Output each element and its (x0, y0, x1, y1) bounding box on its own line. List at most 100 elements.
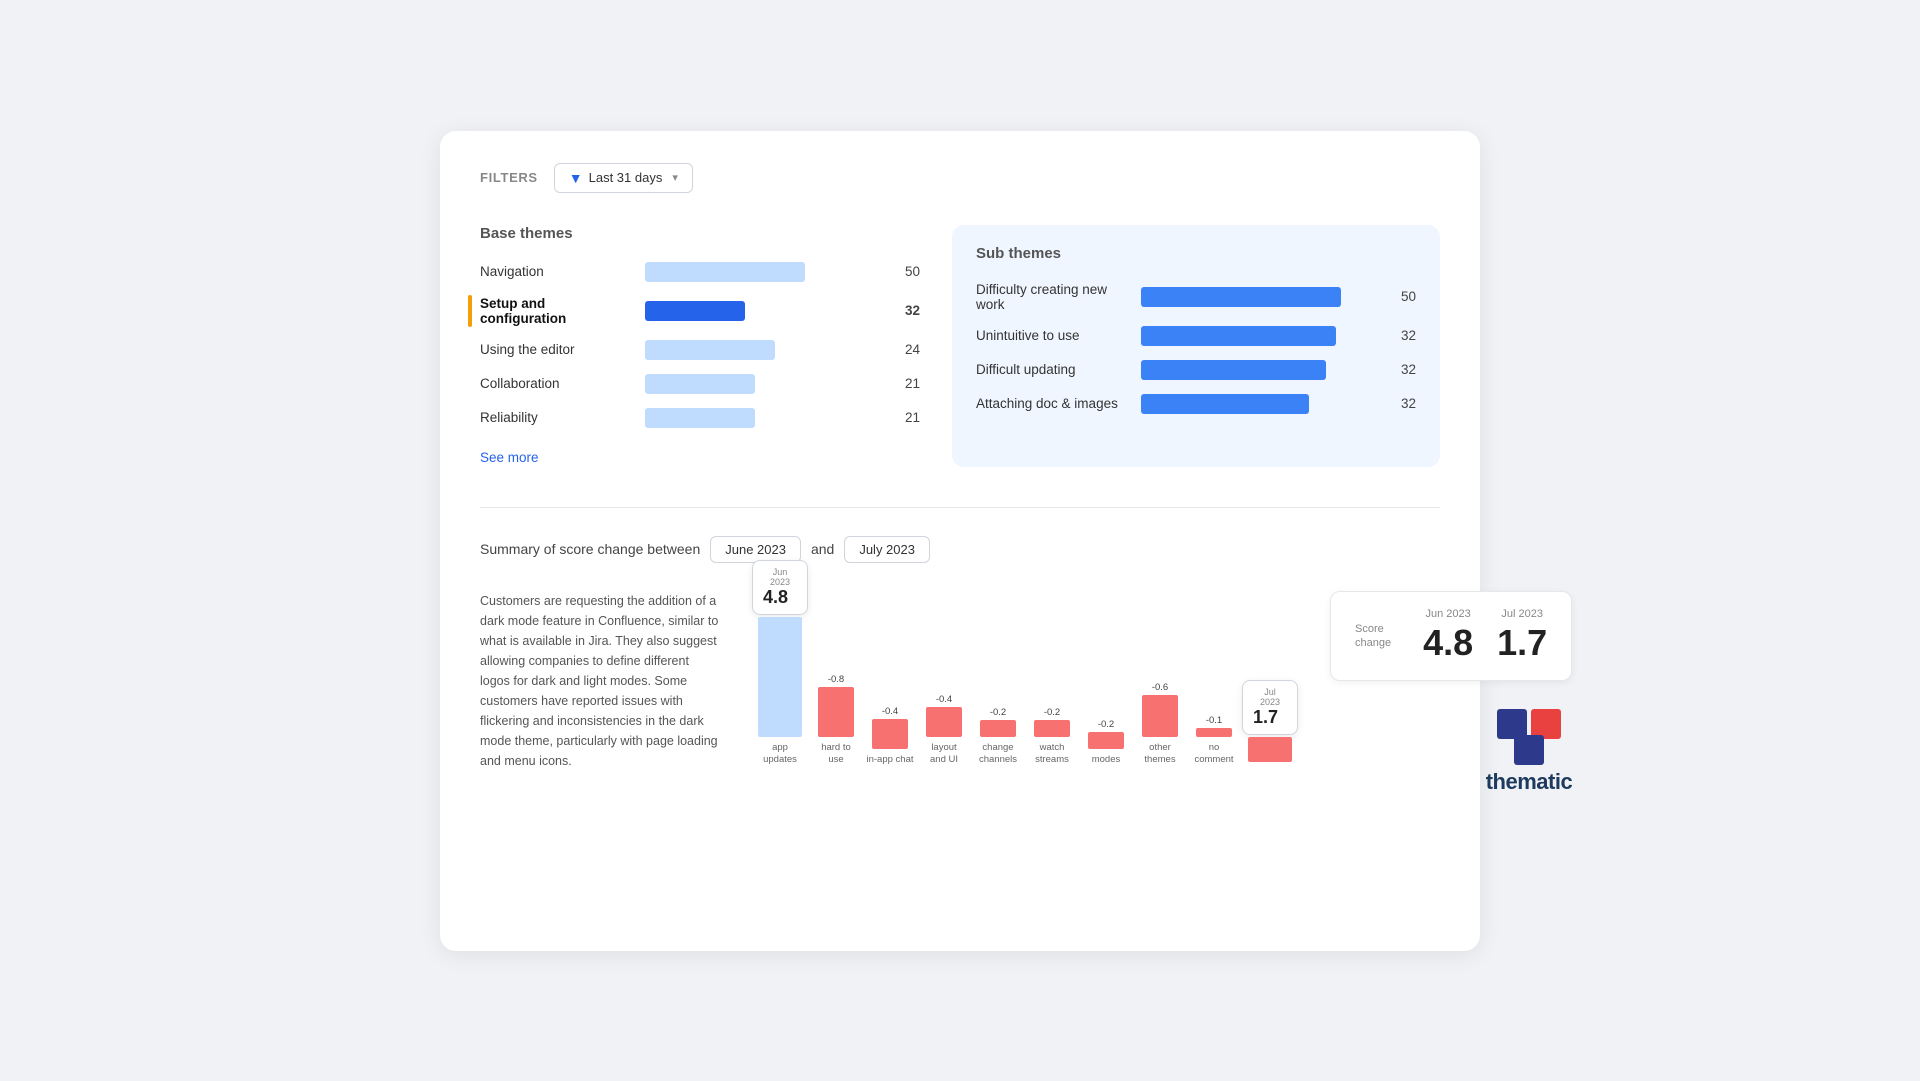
sub-bar (1141, 326, 1336, 346)
x-label: modes (1092, 754, 1121, 766)
sc-jul-col: Jul 2023 1.7 (1497, 608, 1547, 664)
bar-wrapper (1141, 326, 1382, 346)
chart-description: Customers are requesting the addition of… (480, 591, 720, 771)
wf-bar (1034, 720, 1070, 737)
sc-values: Jun 2023 4.8 Jul 2023 1.7 (1423, 608, 1547, 664)
themes-section: Base themes Navigation 50 Setup and conf… (480, 225, 1440, 467)
x-label: in-app chat (866, 754, 913, 766)
theme-name: Unintuitive to use (976, 328, 1131, 343)
theme-bar (645, 301, 745, 321)
chart-right: Score change Jun 2023 4.8 Jul 2023 1.7 (1330, 591, 1572, 795)
sub-theme-row: Difficulty creating new work 50 (976, 282, 1416, 312)
date-pill-june[interactable]: June 2023 (710, 536, 801, 563)
sc-row-label: Score (1355, 623, 1391, 635)
end-value: 1.7 (1253, 707, 1287, 728)
bar-wrapper (645, 340, 886, 360)
wf-col: -0.6 otherthemes (1134, 589, 1186, 767)
val-label: -0.4 (882, 706, 898, 717)
val-label: -0.2 (1098, 719, 1114, 730)
sc-jun-col: Jun 2023 4.8 (1423, 608, 1473, 664)
val-label: -0.2 (990, 707, 1006, 718)
wf-col: -0.2 watchstreams (1026, 600, 1078, 767)
wf-bar (1088, 732, 1124, 749)
val-label: -0.6 (1152, 682, 1168, 693)
bar-wrapper (1141, 360, 1382, 380)
bar-wrapper (645, 301, 886, 321)
sub-bar (1141, 394, 1309, 414)
sc-label-col: Score change (1355, 623, 1391, 649)
base-themes-title: Base themes (480, 225, 920, 242)
x-label: changechannels (979, 742, 1017, 767)
wf-col: -0.1 no comment (1188, 589, 1240, 767)
theme-bar (645, 340, 775, 360)
base-themes: Base themes Navigation 50 Setup and conf… (480, 225, 952, 467)
val-label: -0.8 (828, 674, 844, 685)
score-change-label: Summary of score change between (480, 541, 700, 557)
sub-bar (1141, 360, 1326, 380)
chart-area: Jun 2023 4.8 appupdates -0.8 hard touse (752, 591, 1298, 791)
sub-themes: Sub themes Difficulty creating new work … (952, 225, 1440, 467)
wf-bar (1196, 728, 1232, 737)
main-card: FILTERS ▼ Last 31 days ▾ Base themes Nav… (440, 131, 1480, 951)
wf-end-col: Jul 2023 1.7 (1242, 680, 1298, 767)
wf-bar (872, 719, 908, 749)
sub-theme-row: Attaching doc & images 32 (976, 394, 1416, 414)
theme-row: Collaboration 21 (480, 374, 920, 394)
wf-col: -0.2 modes (1080, 604, 1132, 766)
thematic-text: thematic (1486, 769, 1572, 795)
filters-label: FILTERS (480, 170, 538, 185)
sub-themes-title: Sub themes (976, 245, 1416, 262)
active-indicator (468, 295, 472, 327)
wf-col: -0.4 in-app chat (864, 631, 916, 766)
x-label: watchstreams (1035, 742, 1069, 767)
theme-name: Difficult updating (976, 362, 1131, 377)
x-label: hard touse (821, 742, 851, 767)
theme-count: 50 (1392, 289, 1416, 304)
theme-count: 32 (1392, 396, 1416, 411)
and-label: and (811, 541, 834, 557)
start-bar (758, 617, 802, 737)
theme-name: Using the editor (480, 342, 635, 357)
val-label: -0.4 (936, 694, 952, 705)
wf-bar (980, 720, 1016, 737)
end-bar (1248, 737, 1292, 762)
theme-name: Attaching doc & images (976, 396, 1131, 411)
theme-name: Setup and configuration (480, 296, 635, 326)
wf-col: -0.4 layoutand UI (918, 607, 970, 767)
thematic-logo-icon (1497, 709, 1561, 765)
wf-col: -0.2 changechannels (972, 608, 1024, 767)
theme-count: 50 (896, 264, 920, 279)
theme-count: 32 (896, 303, 920, 318)
sc-row-label2: change (1355, 637, 1391, 649)
sc-jul-value: 1.7 (1497, 622, 1547, 664)
bar-wrapper (1141, 394, 1382, 414)
theme-name: Navigation (480, 264, 635, 279)
theme-row: Reliability 21 (480, 408, 920, 428)
date-pill-july[interactable]: July 2023 (844, 536, 930, 563)
theme-name: Difficulty creating new work (976, 282, 1131, 312)
bar-wrapper (1141, 287, 1382, 307)
x-label: no comment (1188, 742, 1240, 767)
sc-jun-label: Jun 2023 (1425, 608, 1470, 620)
theme-count: 32 (1392, 362, 1416, 377)
theme-row-active: Setup and configuration 32 (480, 296, 920, 326)
start-value: 4.8 (763, 587, 797, 608)
sc-jul-label: Jul 2023 (1501, 608, 1543, 620)
theme-name: Collaboration (480, 376, 635, 391)
start-sublabel: Jun 2023 (763, 567, 797, 587)
val-label: -0.2 (1044, 707, 1060, 718)
filter-dropdown[interactable]: ▼ Last 31 days ▾ (554, 163, 693, 193)
thematic-logo: thematic (1486, 709, 1572, 795)
filters-row: FILTERS ▼ Last 31 days ▾ (480, 163, 1440, 193)
wf-bar (1142, 695, 1178, 737)
see-more-link[interactable]: See more (480, 450, 539, 465)
theme-count: 21 (896, 410, 920, 425)
sc-jun-value: 4.8 (1423, 622, 1473, 664)
sub-theme-row: Difficult updating 32 (976, 360, 1416, 380)
wf-bar (926, 707, 962, 737)
theme-bar (645, 374, 755, 394)
theme-count: 21 (896, 376, 920, 391)
theme-count: 32 (1392, 328, 1416, 343)
theme-row: Navigation 50 (480, 262, 920, 282)
chart-row: Customers are requesting the addition of… (480, 591, 1440, 795)
